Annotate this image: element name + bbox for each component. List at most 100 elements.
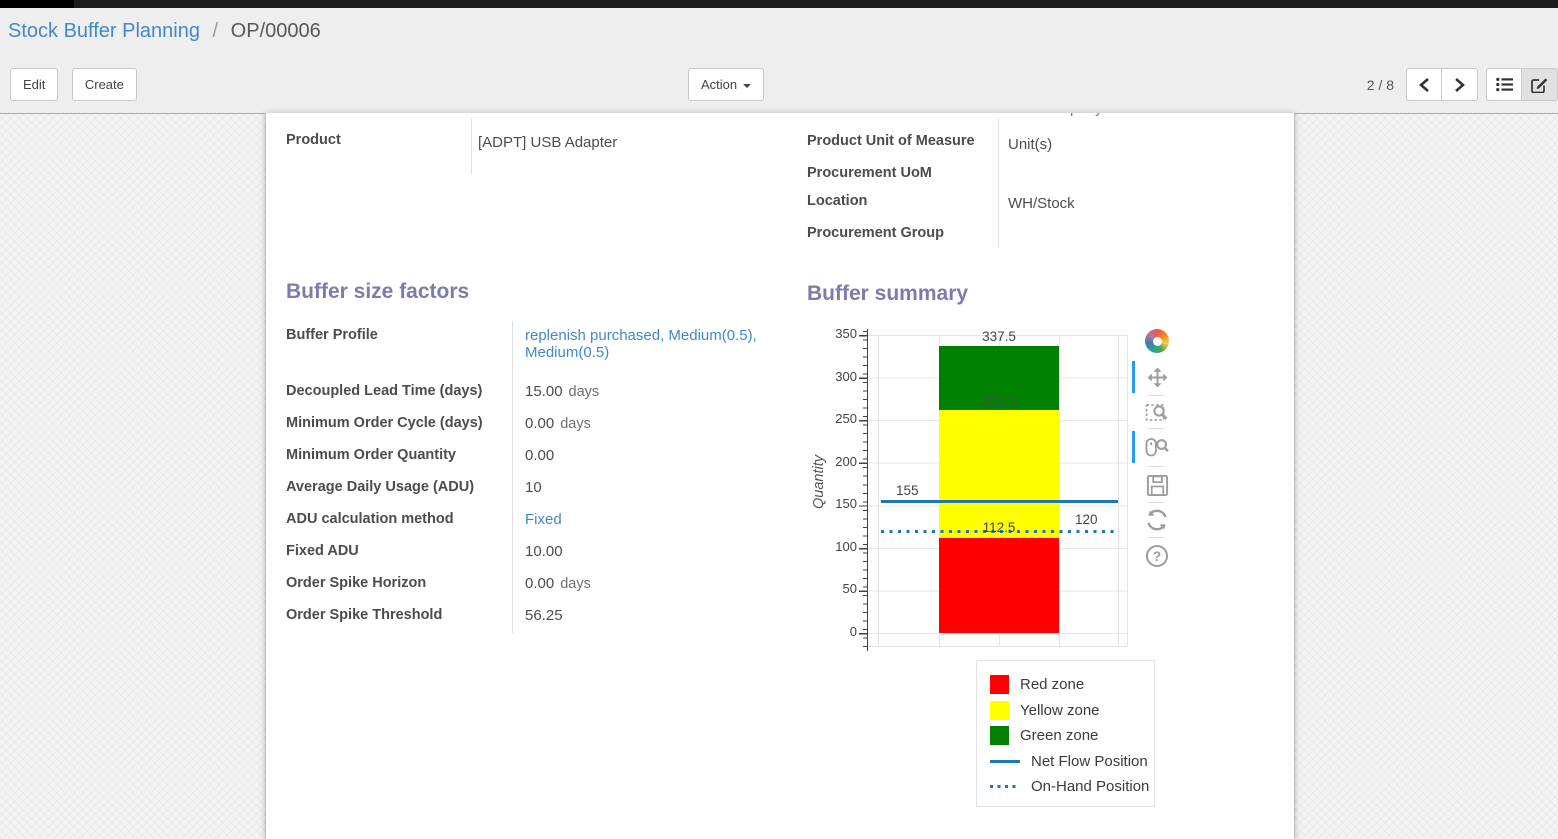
product-value-link[interactable]: [ADPT] USB Adapter (478, 134, 617, 151)
pager-previous-button[interactable] (1406, 68, 1442, 101)
buffer-size-factors-title: Buffer size factors (286, 280, 469, 304)
product-uom-label: Product Unit of Measure (807, 133, 975, 149)
top-of-green-label: 337.5 (939, 329, 1059, 344)
box-zoom-tool-button[interactable] (1144, 400, 1170, 426)
legend-row-net-flow: Net Flow Position (990, 749, 1154, 775)
wheel-zoom-tool-button[interactable] (1144, 434, 1170, 460)
factor-row-spike-threshold: Order Spike Threshold 56.25 (286, 601, 764, 633)
help-question-icon: ? (1145, 544, 1169, 568)
bokeh-logo-link[interactable] (1144, 328, 1170, 354)
pager-nav-group (1406, 68, 1478, 101)
net-flow-value-label: 155 (896, 483, 919, 498)
toolbar-divider (1148, 537, 1164, 538)
factor-row-adu-method: ADU calculation method Fixed (286, 505, 764, 537)
action-dropdown-button[interactable]: Action (688, 68, 764, 101)
clipped-company-row: YourCompany (1008, 113, 1258, 122)
factor-number: 0.00 (525, 447, 554, 464)
pan-tool-button[interactable] (1144, 364, 1170, 390)
caret-down-icon (743, 84, 751, 88)
chart-toolbar: ? (1132, 325, 1174, 575)
factor-suffix: days (569, 384, 600, 400)
procurement-uom-label: Procurement UoM (807, 165, 932, 181)
active-menu-segment (0, 0, 74, 8)
reset-tool-button[interactable] (1144, 507, 1170, 533)
location-label: Location (807, 193, 867, 209)
red-zone-bar (939, 538, 1059, 633)
form-view-button[interactable] (1522, 68, 1558, 101)
yellow-swatch (990, 701, 1009, 720)
on-hand-value-label: 120 (1075, 512, 1098, 527)
legend-row-green-zone: Green zone (990, 723, 1154, 749)
help-tool-button[interactable]: ? (1144, 543, 1170, 569)
factor-value: 0.00 days (512, 569, 764, 601)
list-view-button[interactable] (1486, 68, 1522, 101)
adu-method-link[interactable]: Fixed (525, 511, 562, 528)
action-label: Action (701, 77, 737, 92)
toolbar-divider (1148, 428, 1164, 429)
legend-label: On-Hand Position (1031, 778, 1149, 795)
factor-row-dlt: Decoupled Lead Time (days) 15.00 days (286, 377, 764, 409)
red-swatch (990, 675, 1009, 694)
yellow-zone-bar (939, 410, 1059, 538)
pager-and-view-switcher: 2 / 8 (1367, 68, 1558, 101)
factor-number: 0.00 (525, 415, 554, 432)
save-floppy-icon (1146, 474, 1169, 497)
control-panel-buttons-row: Edit Create Action 2 / 8 (0, 68, 1558, 102)
y-tick-150: 150 (819, 496, 857, 511)
y-tick-250: 250 (819, 411, 857, 426)
y-axis-major-ticks (859, 335, 867, 635)
factor-suffix: days (560, 576, 591, 592)
y-tick-300: 300 (819, 369, 857, 384)
toolbar-divider (1148, 395, 1164, 396)
bokeh-logo-icon (1145, 329, 1169, 353)
factor-label: Decoupled Lead Time (days) (286, 377, 512, 399)
product-uom-value: Unit(s) (1008, 136, 1052, 153)
clipped-company-value: YourCompany (1008, 113, 1258, 117)
center-buttons: Action (688, 68, 764, 101)
field-separator-left (471, 118, 472, 174)
toolbar-divider (1148, 466, 1164, 467)
control-panel: Stock Buffer Planning / OP/00006 Edit Cr… (0, 8, 1558, 114)
wheel-zoom-tool-active-indicator (1132, 431, 1135, 463)
factor-row-fixed-adu: Fixed ADU 10.00 (286, 537, 764, 569)
y-axis-line (867, 329, 868, 651)
pager-next-button[interactable] (1442, 68, 1478, 101)
reset-refresh-icon (1145, 508, 1169, 532)
y-tick-50: 50 (819, 581, 857, 596)
factor-value: 56.25 (512, 601, 764, 633)
factor-value: 0.00 (512, 441, 764, 473)
pager-counter: 2 / 8 (1367, 77, 1394, 93)
box-zoom-icon (1145, 401, 1169, 425)
create-button[interactable]: Create (72, 68, 137, 101)
save-tool-button[interactable] (1144, 472, 1170, 498)
factor-label: Minimum Order Cycle (days) (286, 409, 512, 431)
factor-row-adu: Average Daily Usage (ADU) 10 (286, 473, 764, 505)
vertical-gridline (1118, 335, 1119, 647)
factor-label: Order Spike Threshold (286, 601, 512, 623)
field-separator-right (998, 118, 999, 248)
breadcrumb-separator: / (206, 20, 226, 42)
svg-text:?: ? (1153, 549, 1161, 564)
chart-legend: Red zone Yellow zone Green zone Net Flow… (976, 660, 1155, 807)
legend-label: Net Flow Position (1031, 753, 1148, 770)
net-flow-position-line (881, 500, 1118, 503)
factor-label: Order Spike Horizon (286, 569, 512, 591)
breadcrumb-current: OP/00006 (231, 20, 321, 42)
green-swatch (990, 726, 1009, 745)
factor-number: 10.00 (525, 543, 563, 560)
factor-number: 0.00 (525, 575, 554, 592)
breadcrumb-parent-link[interactable]: Stock Buffer Planning (8, 20, 200, 42)
edit-form-icon (1531, 77, 1548, 93)
dotted-line-swatch (990, 785, 1020, 788)
vertical-gridline (878, 335, 879, 647)
y-tick-200: 200 (819, 454, 857, 469)
edit-button[interactable]: Edit (10, 68, 58, 101)
wheel-zoom-icon (1145, 435, 1169, 459)
legend-row-red-zone: Red zone (990, 672, 1154, 698)
location-value-link[interactable]: WH/Stock (1008, 195, 1075, 212)
factor-row-buffer-profile: Buffer Profile replenish purchased, Medi… (286, 321, 764, 377)
factor-number: 15.00 (525, 383, 563, 400)
factor-label: Fixed ADU (286, 537, 512, 559)
buffer-profile-link[interactable]: replenish purchased, Medium(0.5), Medium… (525, 327, 775, 361)
factor-number: 56.25 (525, 607, 563, 624)
